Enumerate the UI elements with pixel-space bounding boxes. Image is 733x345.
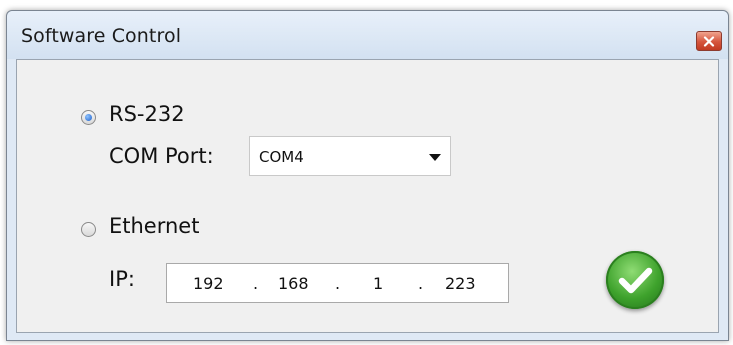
dialog-body: RS-232 COM Port: COM4 Ethernet IP: 192 .… [16,59,719,333]
close-icon [703,32,715,51]
window-title: Software Control [21,25,182,47]
rs232-label: RS-232 [109,102,185,126]
ip-octet-4[interactable]: 223 [445,274,476,293]
chevron-down-icon [429,154,441,161]
com-port-value: COM4 [259,148,304,166]
close-button[interactable] [696,31,722,51]
ethernet-label: Ethernet [109,214,200,238]
ip-octet-2[interactable]: 168 [278,274,309,293]
ip-octet-3[interactable]: 1 [373,274,383,293]
ip-octet-1[interactable]: 192 [193,274,224,293]
checkmark-icon [618,267,653,294]
com-port-dropdown[interactable]: COM4 [249,136,451,176]
ip-separator: . [335,274,341,293]
software-control-window: Software Control RS-232 COM Port: COM4 E… [6,10,729,341]
rs232-radio[interactable] [81,110,96,125]
ip-separator: . [253,274,259,293]
ethernet-radio[interactable] [81,222,96,237]
ip-label: IP: [109,267,135,291]
ip-separator: . [418,274,424,293]
ok-button[interactable] [606,251,664,309]
com-port-label: COM Port: [109,144,214,168]
ip-address-field[interactable]: 192 . 168 . 1 . 223 [166,263,509,303]
title-bar[interactable]: Software Control [7,11,728,59]
